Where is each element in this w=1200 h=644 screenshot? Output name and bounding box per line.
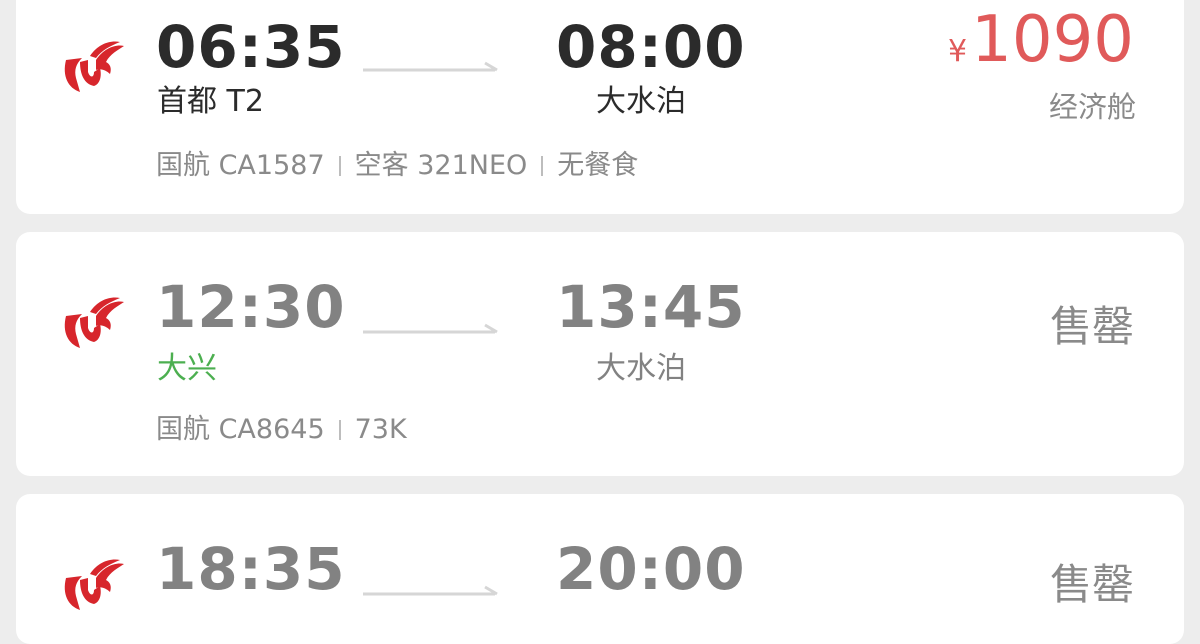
air-china-logo-icon <box>64 41 124 92</box>
aircraft-type: 空客 321NEO <box>354 150 528 181</box>
departure-time: 06:35 <box>156 13 346 81</box>
arrival-time: 08:00 <box>556 13 746 81</box>
arrival-time: 20:00 <box>556 535 746 603</box>
arrival-airport: 大水泊 <box>596 351 686 386</box>
flight-number: 国航 CA1587 <box>156 150 325 181</box>
sold-out-label: 售罄 <box>1049 302 1134 351</box>
arrow-right-icon <box>363 585 498 596</box>
departure-time: 12:30 <box>156 273 346 341</box>
arrival-time: 13:45 <box>556 273 746 341</box>
flight-info: 国航 CA8645 73K <box>156 416 407 443</box>
separator <box>541 156 544 176</box>
separator <box>338 156 341 176</box>
flight-info: 国航 CA1587 空客 321NEO 无餐食 <box>156 152 638 179</box>
departure-time: 18:35 <box>156 535 346 603</box>
cabin-class: 经济舱 <box>1048 90 1136 124</box>
aircraft-type: 73K <box>354 414 407 445</box>
flight-number: 国航 CA8645 <box>156 414 325 445</box>
currency-symbol: ¥ <box>948 34 968 69</box>
arrival-airport: 大水泊 <box>596 84 686 119</box>
air-china-logo-icon <box>64 297 124 348</box>
price-amount: 1090 <box>971 3 1134 77</box>
arrow-right-icon <box>363 61 498 72</box>
departure-airport: 首都 T2 <box>157 84 264 119</box>
departure-airport: 大兴 <box>157 351 217 386</box>
meal-info: 无餐食 <box>557 150 639 181</box>
air-china-logo-icon <box>64 559 124 610</box>
flight-card[interactable]: 06:35 08:00 首都 T2 大水泊 国航 CA1587 空客 321NEO… <box>16 0 1184 214</box>
arrow-right-icon <box>363 323 498 334</box>
flight-card[interactable]: 18:35 20:00 售罄 <box>16 494 1184 644</box>
flight-card[interactable]: 12:30 13:45 大兴 大水泊 国航 CA8645 73K 售罄 <box>16 232 1184 476</box>
separator <box>338 420 341 440</box>
price: ¥1090 <box>948 8 1134 72</box>
